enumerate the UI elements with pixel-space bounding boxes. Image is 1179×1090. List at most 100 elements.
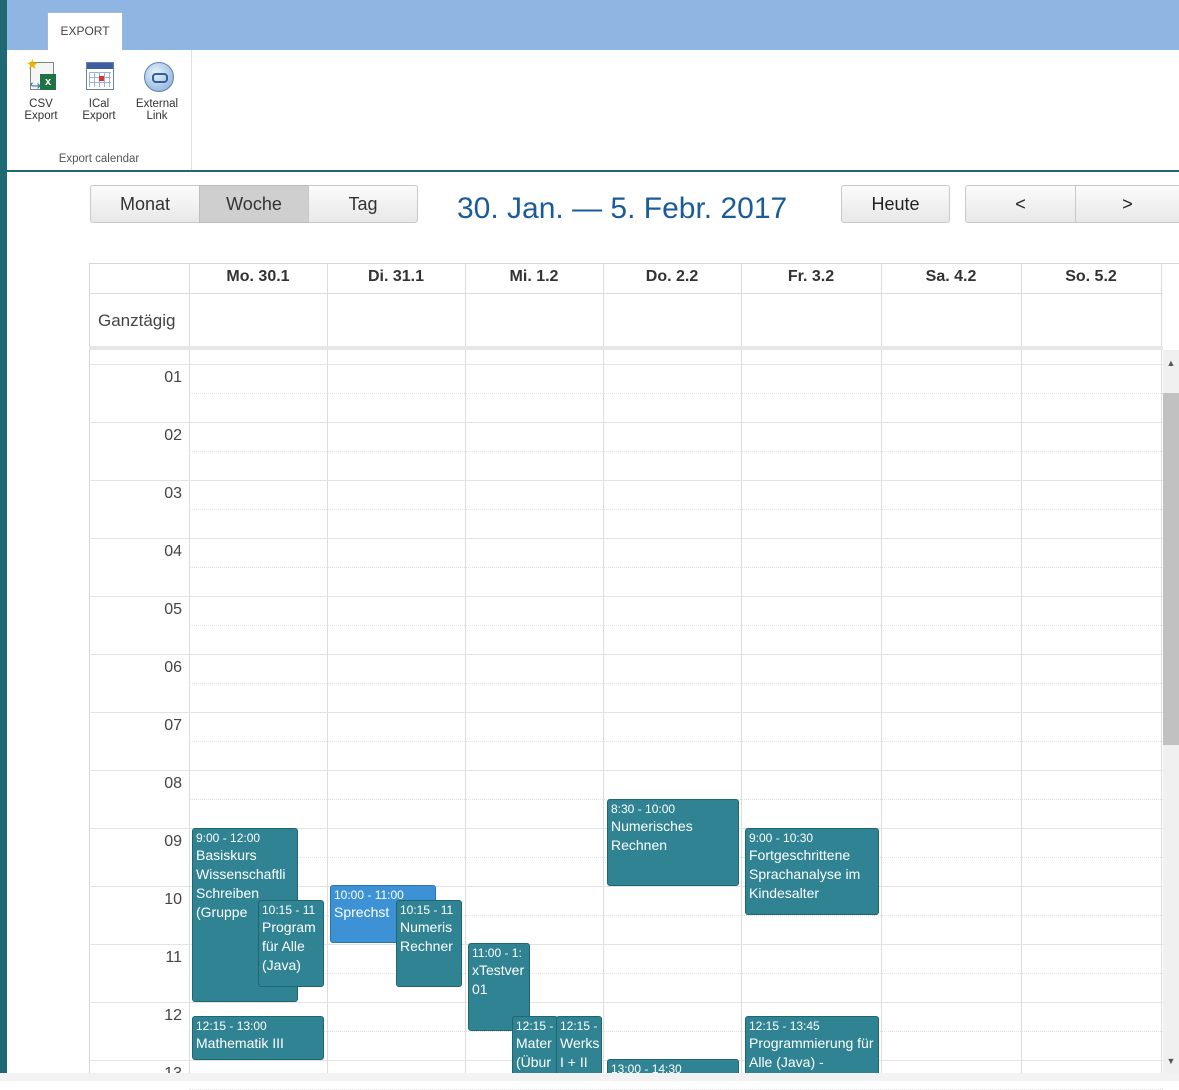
day-column-divider [327, 263, 328, 1073]
ical-export-icon [84, 60, 114, 94]
event-programmierung-fri[interactable]: 12:15 - 13:45 Programmierung für Alle (J… [745, 1016, 879, 1076]
day-header-sun: So. 5.2 [1065, 268, 1117, 285]
csv-export-label-2: Export [24, 110, 58, 122]
export-calendar-group: ★ ↪ x CSV Export ICal Export External Link… [7, 50, 192, 170]
hour-line [89, 596, 1163, 597]
view-week-button[interactable]: Woche [199, 185, 309, 223]
hour-line [89, 422, 1163, 423]
external-link-icon [142, 60, 174, 94]
day-header-wed: Mi. 1.2 [509, 268, 559, 285]
ical-export-label-1: ICal [88, 98, 110, 110]
event-time: 12:15 - [516, 1019, 554, 1033]
day-column-divider [1021, 263, 1022, 1073]
date-range-title: 30. Jan. — 5. Febr. 2017 [457, 192, 788, 225]
event-time: 12:15 - 13:00 [196, 1019, 267, 1033]
scrollbar-thumb[interactable] [1163, 393, 1179, 745]
day-header-tue: Di. 31.1 [367, 268, 425, 285]
event-time: 8:30 - 10:00 [611, 802, 676, 816]
scroll-down-icon[interactable]: ▼ [1163, 1053, 1179, 1069]
ribbon-tab-bar [7, 0, 1179, 50]
event-numerisches-thu[interactable]: 8:30 - 10:00 Numerisches Rechnen [607, 799, 739, 886]
hour-label: 12 [164, 1007, 182, 1024]
half-hour-line [189, 509, 1163, 510]
day-column-divider [881, 263, 882, 1073]
day-header-mon: Mo. 30.1 [226, 268, 290, 285]
day-column-divider [603, 263, 604, 1073]
event-title: Numerisches Rechnen [611, 818, 693, 853]
hour-label: 05 [164, 601, 182, 618]
hour-line [89, 654, 1163, 655]
event-title: Numeris Rechner [400, 919, 453, 954]
half-hour-line [189, 625, 1163, 626]
event-time: 10:15 - 11 [262, 903, 316, 917]
event-time: 11:00 - 1: [472, 946, 522, 960]
hour-label: 02 [164, 427, 182, 444]
hour-label: 08 [164, 775, 182, 792]
tab-export[interactable]: EXPORT [47, 12, 123, 51]
event-time: 10:15 - 11 [400, 903, 454, 917]
prev-week-button[interactable]: < [965, 185, 1076, 223]
event-title: Program für Alle (Java) [262, 919, 316, 973]
external-link-label-2: Link [146, 110, 168, 122]
event-time: 9:00 - 10:30 [749, 831, 814, 845]
hour-line [89, 712, 1163, 713]
hour-line [89, 480, 1163, 481]
half-hour-line [189, 973, 1163, 974]
event-title: xTestver 01 [472, 962, 525, 997]
csv-export-icon: ★ ↪ x [26, 57, 56, 94]
day-header-fri: Fr. 3.2 [787, 268, 835, 285]
next-week-button[interactable]: > [1075, 185, 1179, 223]
event-fortgeschrittene[interactable]: 9:00 - 10:30 Fortgeschrittene Sprachanal… [745, 828, 879, 915]
half-hour-line [189, 567, 1163, 568]
half-hour-line [189, 741, 1163, 742]
day-column-divider [1161, 263, 1162, 1073]
day-column-divider [741, 263, 742, 1073]
ribbon-body: ★ ↪ x CSV Export ICal Export External Link… [7, 50, 1179, 172]
event-title: Fortgeschrittene Sprachanalyse im Kindes… [749, 847, 861, 901]
group-label-export-calendar: Export calendar [58, 153, 140, 165]
event-werks[interactable]: 12:15 - Werks I + II [556, 1016, 602, 1076]
day-header-sat: Sa. 4.2 [925, 268, 977, 285]
day-header-thu: Do. 2.2 [645, 268, 699, 285]
hour-line [89, 1002, 1163, 1003]
view-day-button[interactable]: Tag [308, 185, 418, 223]
half-hour-line [189, 1031, 1163, 1032]
view-month-button[interactable]: Monat [90, 185, 200, 223]
half-hour-line [189, 451, 1163, 452]
today-button[interactable]: Heute [841, 185, 950, 223]
event-mathematik[interactable]: 12:15 - 13:00 Mathematik III [192, 1016, 324, 1060]
hour-label: 07 [164, 717, 182, 734]
hour-label: 03 [164, 485, 182, 502]
allday-separator [89, 346, 1163, 350]
header-separator [89, 293, 1163, 294]
hour-line [89, 770, 1163, 771]
ical-export-button[interactable]: ICal Export [74, 60, 124, 122]
allday-label: Ganztägig [98, 311, 176, 330]
half-hour-line [189, 393, 1163, 394]
hour-line [89, 364, 1163, 365]
event-time: 12:15 - 13:45 [749, 1019, 820, 1033]
half-hour-line [189, 683, 1163, 684]
csv-export-label-1: CSV [29, 98, 53, 110]
external-link-label-1: External [135, 98, 179, 110]
csv-export-button[interactable]: ★ ↪ x CSV Export [16, 57, 66, 122]
day-column-divider [189, 263, 190, 1073]
hour-label: 01 [164, 369, 182, 386]
hour-label: 04 [164, 543, 182, 560]
hour-label: 09 [164, 833, 182, 850]
event-title: Mathematik III [196, 1035, 284, 1051]
event-title: Werks I + II [560, 1035, 600, 1070]
event-title: Mater (Übur [516, 1035, 552, 1070]
hour-label: 10 [164, 891, 182, 908]
event-numerisches-tue[interactable]: 10:15 - 11 Numeris Rechner [396, 900, 462, 987]
bottom-bar [0, 1073, 1179, 1081]
scroll-up-icon[interactable]: ▲ [1163, 355, 1179, 371]
hour-label: 06 [164, 659, 182, 676]
event-programmierung-mon[interactable]: 10:15 - 11 Program für Alle (Java) [258, 900, 324, 987]
event-time: 9:00 - 12:00 [196, 831, 261, 845]
event-time: 12:15 - [560, 1019, 598, 1033]
external-link-button[interactable]: External Link [132, 60, 182, 122]
hour-label: 11 [165, 949, 182, 966]
ical-export-label-2: Export [82, 110, 116, 122]
event-mater[interactable]: 12:15 - Mater (Übur [512, 1016, 558, 1076]
